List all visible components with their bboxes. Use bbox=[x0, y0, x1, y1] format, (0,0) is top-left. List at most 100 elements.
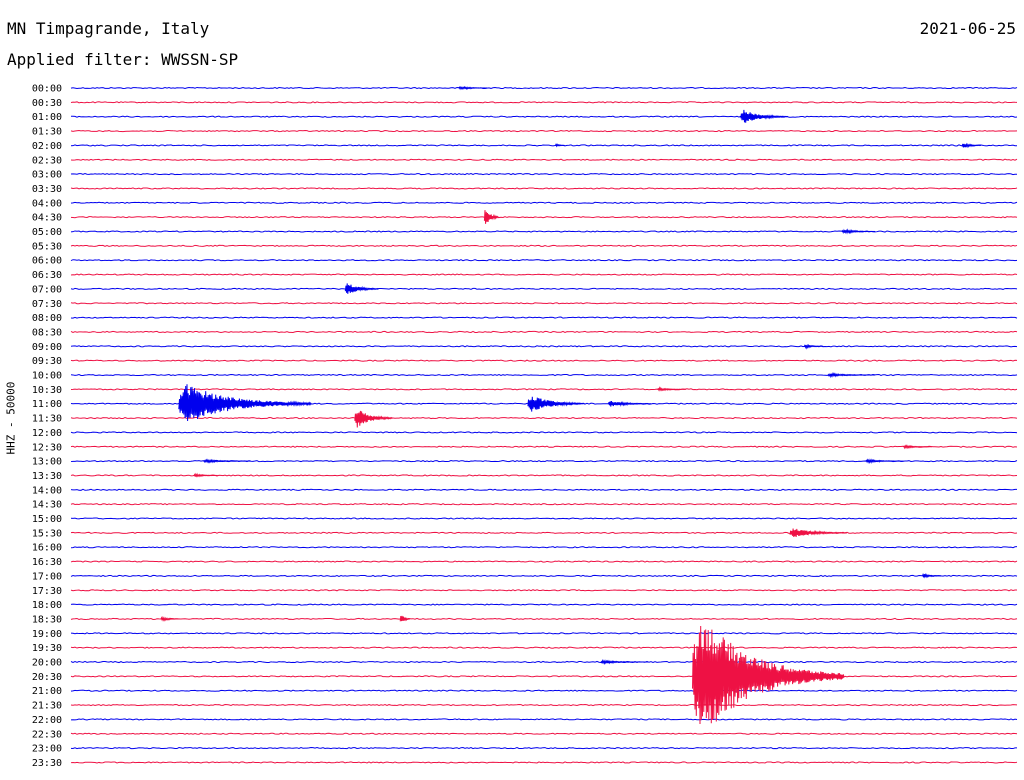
trace-line bbox=[70, 144, 1018, 147]
row-time-label: 23:30 bbox=[32, 758, 62, 769]
seismic-event bbox=[789, 528, 848, 537]
row-time-label: 06:00 bbox=[32, 256, 62, 267]
row-time-label: 13:00 bbox=[32, 457, 62, 468]
seismic-event bbox=[344, 283, 379, 294]
trace-line bbox=[70, 531, 1018, 534]
row-time-label: 08:00 bbox=[32, 313, 62, 324]
trace-line bbox=[70, 603, 1018, 606]
row-time-label: 09:30 bbox=[32, 356, 62, 367]
trace-line bbox=[70, 503, 1018, 506]
row-time-label: 12:30 bbox=[32, 442, 62, 453]
row-time-label: 17:00 bbox=[32, 571, 62, 582]
row-time-label: 00:00 bbox=[32, 84, 62, 95]
trace-line bbox=[70, 101, 1018, 104]
trace-line bbox=[70, 244, 1018, 247]
row-time-label: 01:00 bbox=[32, 112, 62, 123]
seismic-event bbox=[354, 410, 393, 428]
row-time-label: 22:30 bbox=[32, 729, 62, 740]
trace-line bbox=[70, 574, 1018, 577]
seismic-event bbox=[903, 444, 932, 450]
trace-line bbox=[70, 703, 1018, 707]
trace-line bbox=[70, 416, 1018, 420]
row-time-label: 05:00 bbox=[32, 227, 62, 238]
row-time-label: 02:00 bbox=[32, 141, 62, 152]
seismic-event bbox=[841, 228, 876, 235]
trace-line bbox=[70, 761, 1018, 764]
row-time-label: 18:30 bbox=[32, 614, 62, 625]
trace-line bbox=[70, 259, 1018, 262]
row-time-label: 04:30 bbox=[32, 213, 62, 224]
trace-line bbox=[70, 617, 1018, 621]
trace-line bbox=[70, 345, 1018, 348]
trace-line bbox=[70, 488, 1018, 491]
row-time-label: 14:00 bbox=[32, 485, 62, 496]
seismic-event bbox=[740, 109, 789, 123]
trace-line bbox=[70, 589, 1018, 592]
trace-line bbox=[70, 201, 1018, 204]
row-time-label: 12:00 bbox=[32, 428, 62, 439]
seismic-event bbox=[399, 615, 410, 622]
trace-line bbox=[70, 216, 1018, 219]
trace-line bbox=[70, 273, 1018, 276]
trace-line bbox=[70, 689, 1018, 692]
row-time-label: 16:00 bbox=[32, 543, 62, 554]
trace-line bbox=[70, 287, 1018, 290]
trace-line bbox=[70, 316, 1018, 319]
trace-line bbox=[70, 187, 1018, 190]
row-time-label: 15:30 bbox=[32, 528, 62, 539]
seismic-event bbox=[483, 210, 499, 224]
row-time-label: 19:30 bbox=[32, 643, 62, 654]
row-time-label: 05:30 bbox=[32, 241, 62, 252]
row-time-label: 01:30 bbox=[32, 127, 62, 138]
trace-line bbox=[70, 646, 1018, 649]
trace-line bbox=[70, 546, 1018, 549]
seismic-event bbox=[865, 458, 904, 465]
trace-line bbox=[70, 302, 1018, 305]
trace-line bbox=[70, 675, 1018, 678]
trace-line bbox=[70, 330, 1018, 334]
row-time-label: 21:30 bbox=[32, 701, 62, 712]
row-time-label: 16:30 bbox=[32, 557, 62, 568]
trace-line bbox=[70, 359, 1018, 362]
seismic-event bbox=[657, 386, 686, 392]
trace-line bbox=[70, 431, 1018, 434]
row-time-label: 06:30 bbox=[32, 270, 62, 281]
trace-line bbox=[70, 632, 1018, 635]
trace-line bbox=[70, 173, 1018, 176]
row-time-label: 20:30 bbox=[32, 672, 62, 683]
row-time-label: 13:30 bbox=[32, 471, 62, 482]
row-time-label: 10:00 bbox=[32, 371, 62, 382]
row-time-label: 19:00 bbox=[32, 629, 62, 640]
row-time-label: 09:00 bbox=[32, 342, 62, 353]
seismic-event bbox=[160, 615, 180, 622]
trace-line bbox=[70, 86, 1018, 90]
trace-line bbox=[70, 718, 1018, 721]
row-time-label: 10:30 bbox=[32, 385, 62, 396]
trace-line bbox=[70, 517, 1018, 520]
seismic-event bbox=[827, 372, 876, 379]
seismic-event bbox=[803, 343, 824, 350]
row-time-label: 21:00 bbox=[32, 686, 62, 697]
row-time-label: 23:00 bbox=[32, 744, 62, 755]
row-time-label: 00:30 bbox=[32, 98, 62, 109]
row-time-label: 02:30 bbox=[32, 155, 62, 166]
helicorder-plot: 00:00 00:30 01:00 01:30 02:00 02:30 03:00 03:30… bbox=[32, 84, 1018, 769]
seismic-event bbox=[193, 472, 218, 478]
trace-line bbox=[70, 129, 1018, 133]
seismic-event bbox=[961, 142, 982, 149]
row-time-label: 20:00 bbox=[32, 658, 62, 669]
row-time-label: 04:00 bbox=[32, 198, 62, 209]
row-time-label: 07:00 bbox=[32, 284, 62, 295]
trace-line bbox=[70, 660, 1018, 664]
seismic-event bbox=[527, 396, 586, 412]
seismic-event bbox=[692, 625, 845, 725]
row-time-label: 11:30 bbox=[32, 414, 62, 425]
trace-line bbox=[70, 747, 1018, 750]
trace-line bbox=[70, 732, 1018, 735]
row-time-label: 03:00 bbox=[32, 170, 62, 181]
trace-line bbox=[70, 388, 1018, 391]
row-time-label: 17:30 bbox=[32, 586, 62, 597]
row-time-label: 11:00 bbox=[32, 399, 62, 410]
row-time-label: 08:30 bbox=[32, 327, 62, 338]
trace-line bbox=[70, 158, 1018, 161]
